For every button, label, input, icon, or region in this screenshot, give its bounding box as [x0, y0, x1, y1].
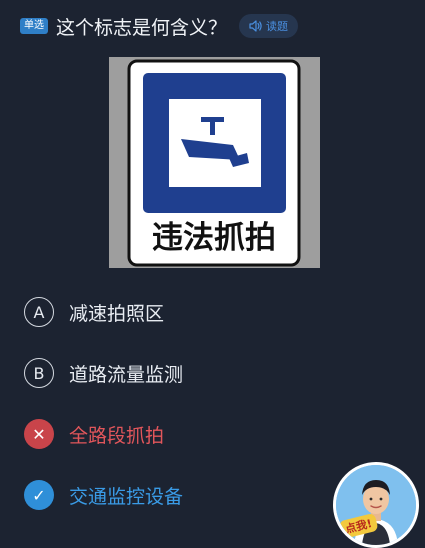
option-b[interactable]: B 道路流量监测: [24, 353, 324, 393]
correct-check-icon: ✓: [24, 480, 54, 510]
option-a[interactable]: A 减速拍照区: [24, 292, 324, 332]
option-c[interactable]: ✕ 全路段抓拍: [24, 414, 324, 454]
wrong-x-icon: ✕: [24, 419, 54, 449]
option-b-marker: B: [24, 358, 54, 388]
option-b-text: 道路流量监测: [69, 363, 184, 386]
traffic-sign-image: 违法抓拍: [109, 57, 320, 268]
question-text: 这个标志是何含义？: [56, 16, 228, 39]
assistant-avatar-button[interactable]: 点我!: [333, 462, 419, 548]
read-question-button[interactable]: 读题: [239, 14, 299, 38]
option-a-marker: A: [24, 297, 54, 327]
answer-options: A 减速拍照区 B 道路流量监测 ✕ 全路段抓拍 ✓ 交通监控设备: [24, 292, 324, 536]
speaker-icon: [249, 20, 262, 32]
option-d-text: 交通监控设备: [69, 485, 184, 508]
option-c-text: 全路段抓拍: [69, 424, 165, 447]
question-header: 单选 这个标志是何含义？ 读题: [20, 12, 405, 40]
question-type-badge: 单选: [20, 18, 48, 34]
sign-caption: 违法抓拍: [152, 220, 276, 256]
option-a-text: 减速拍照区: [69, 302, 165, 325]
read-question-label: 读题: [266, 20, 289, 33]
option-d[interactable]: ✓ 交通监控设备: [24, 475, 324, 515]
